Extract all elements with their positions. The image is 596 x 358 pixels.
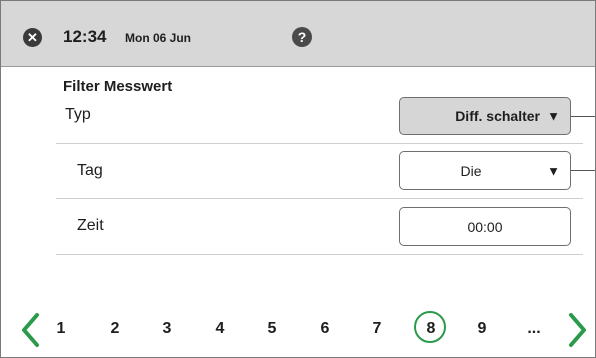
- chevron-right-icon[interactable]: [567, 312, 589, 348]
- row-divider: [56, 254, 583, 255]
- caret-down-icon: ▼: [547, 163, 560, 178]
- row-divider: [56, 198, 583, 199]
- page-4[interactable]: 4: [202, 304, 238, 354]
- chevron-left-icon[interactable]: [19, 312, 41, 348]
- row-label-typ: Typ: [65, 106, 91, 123]
- typ-dropdown[interactable]: Diff. schalter ▼: [399, 97, 571, 135]
- page-9[interactable]: 9: [464, 304, 500, 354]
- zeit-input-value: 00:00: [467, 218, 503, 235]
- zeit-input[interactable]: 00:00: [399, 207, 571, 246]
- close-icon[interactable]: ✕: [23, 28, 42, 47]
- row-label-zeit: Zeit: [77, 217, 104, 234]
- page-7[interactable]: 7: [359, 304, 395, 354]
- help-icon[interactable]: ?: [292, 27, 312, 47]
- tag-dropdown-value: Die: [460, 162, 482, 179]
- clock-time: 12:34: [63, 27, 107, 46]
- tag-dropdown[interactable]: Die ▼: [399, 151, 571, 190]
- row-divider: [56, 143, 583, 144]
- page-8-current[interactable]: 8: [413, 304, 449, 354]
- leader-line: [571, 116, 595, 117]
- section-title: Filter Messwert: [63, 78, 173, 95]
- row-label-tag: Tag: [77, 162, 103, 179]
- pagination: 1 2 3 4 5 6 7 8 9 ...: [1, 304, 595, 354]
- page-1[interactable]: 1: [43, 304, 79, 354]
- page-3[interactable]: 3: [149, 304, 185, 354]
- status-bar: ✕ 12:34 Mon 06 Jun ?: [1, 1, 595, 67]
- page-5[interactable]: 5: [254, 304, 290, 354]
- leader-line: [571, 170, 595, 171]
- page-more[interactable]: ...: [516, 304, 552, 354]
- typ-dropdown-value: Diff. schalter: [455, 108, 540, 124]
- caret-down-icon: ▼: [547, 108, 560, 124]
- clock-date: Mon 06 Jun: [125, 31, 192, 45]
- page-2[interactable]: 2: [97, 304, 133, 354]
- page-6[interactable]: 6: [307, 304, 343, 354]
